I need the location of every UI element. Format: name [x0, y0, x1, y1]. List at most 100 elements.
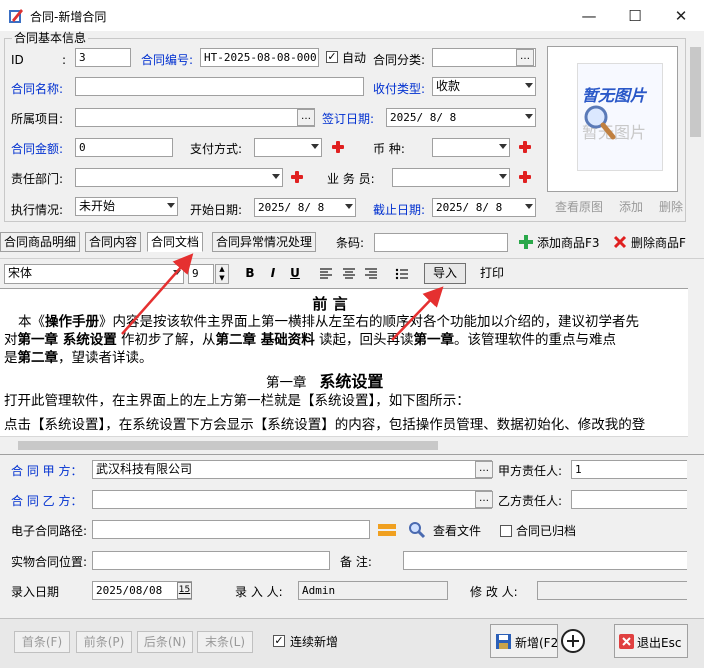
scrollbar-thumb[interactable]	[690, 47, 701, 137]
print-button[interactable]: 打印	[472, 263, 512, 284]
delete-goods-button[interactable]: 删除商品F	[631, 236, 686, 250]
bullet-list-icon[interactable]	[395, 267, 409, 281]
project-field[interactable]	[75, 108, 315, 127]
currency-select[interactable]	[432, 138, 510, 157]
add-currency-icon[interactable]	[519, 141, 531, 153]
align-center-icon[interactable]	[342, 267, 356, 281]
view-original-link[interactable]: 查看原图	[555, 200, 603, 214]
pay-type-label: 收付类型:	[373, 82, 426, 96]
entry-date-label: 录入日期	[11, 585, 60, 599]
underline-button[interactable]: U	[286, 263, 304, 284]
doc-paragraph-1: 本《操作手册》内容是按该软件主界面上第一横排从左至右的顺序对各个功能加以介绍的，…	[18, 314, 639, 330]
pay-type-select[interactable]: 收款	[432, 77, 536, 96]
lower-scrollbar[interactable]	[687, 455, 704, 607]
hscroll-thumb[interactable]	[18, 441, 438, 450]
barcode-label: 条码:	[336, 236, 365, 250]
exec-select[interactable]: 未开始	[75, 197, 178, 216]
pay-method-select[interactable]	[254, 138, 322, 157]
category-label: 合同分类:	[373, 53, 426, 67]
chevron-down-icon	[525, 204, 533, 209]
add-goods-button[interactable]: 添加商品F3	[537, 236, 600, 250]
font-size-input[interactable]: 9	[188, 264, 214, 284]
party-a-field[interactable]: 武汉科技有限公司	[92, 460, 492, 479]
start-date-picker[interactable]: 2025/ 8/ 8	[254, 198, 356, 217]
remark-field[interactable]	[403, 551, 688, 570]
horizontal-scrollbar[interactable]	[0, 436, 688, 453]
archived-checkbox[interactable]	[500, 525, 512, 537]
party-b-browse-button[interactable]: …	[475, 491, 493, 508]
bold-button[interactable]: B	[241, 263, 259, 284]
font-size-stepper[interactable]: ▲ ▼	[215, 264, 229, 284]
maximize-button[interactable]: ☐	[612, 0, 658, 31]
search-icon[interactable]	[408, 521, 426, 539]
auto-checkbox[interactable]: ✓	[326, 51, 338, 63]
remark-label: 备 注:	[340, 555, 372, 569]
end-date-picker[interactable]: 2025/ 8/ 8	[432, 198, 536, 217]
tab-exception-handling[interactable]: 合同异常情况处理	[212, 232, 317, 252]
align-left-icon[interactable]	[319, 267, 333, 281]
end-date-label: 截止日期:	[373, 203, 426, 217]
exec-label: 执行情况:	[11, 203, 64, 217]
party-b-rep-field[interactable]	[571, 490, 688, 509]
last-record-button[interactable]: 末条(L)	[197, 631, 253, 653]
add-dept-icon[interactable]	[291, 171, 303, 183]
font-name-select[interactable]: 宋体	[4, 264, 184, 284]
view-file-button[interactable]: 查看文件	[433, 524, 481, 538]
doc-heading: 前 言	[312, 295, 348, 313]
new-button-label: 新增(F2	[515, 636, 559, 650]
save-icon	[496, 634, 511, 649]
entry-user-field: Admin	[298, 581, 448, 600]
party-b-rep-label: 乙方责任人:	[498, 494, 563, 508]
tab-goods-detail[interactable]: 合同商品明细	[0, 232, 81, 252]
party-a-browse-button[interactable]: …	[475, 461, 493, 478]
import-button[interactable]: 导入	[424, 263, 466, 284]
new-button[interactable]: 新增(F2	[490, 624, 558, 658]
sign-date-label: 签订日期:	[322, 112, 375, 126]
exit-button[interactable]: 退出Esc	[614, 624, 688, 658]
tab-contract-content[interactable]: 合同内容	[85, 232, 142, 252]
folder-icon[interactable]	[377, 521, 397, 538]
party-a-rep-field[interactable]: 1	[571, 460, 688, 479]
doc-paragraph-4: 打开此管理软件，在主界面上的左上方第一栏就是【系统设置】，如下图所示：	[4, 393, 470, 409]
chevron-down-icon	[173, 270, 181, 275]
amount-field[interactable]: 0	[75, 138, 173, 157]
delete-image-link[interactable]: 删除	[659, 200, 683, 214]
id-field[interactable]: 3	[75, 48, 131, 67]
doc-chapter-title: 第一章 系统设置	[266, 372, 384, 392]
add-image-link[interactable]: 添加	[619, 200, 643, 214]
path-field[interactable]	[92, 520, 370, 539]
barcode-input[interactable]	[374, 233, 508, 252]
sign-date-picker[interactable]: 2025/ 8/ 8	[386, 108, 536, 127]
project-browse-button[interactable]: …	[297, 109, 315, 126]
add-pay-method-icon[interactable]	[332, 141, 344, 153]
dept-select[interactable]	[75, 168, 283, 187]
party-b-field[interactable]	[92, 490, 492, 509]
add-staff-icon[interactable]	[519, 171, 531, 183]
contract-name-field[interactable]	[75, 77, 364, 96]
path-label: 电子合同路径:	[11, 524, 88, 538]
staff-select[interactable]	[392, 168, 510, 187]
italic-button[interactable]: I	[264, 263, 282, 284]
archived-label: 合同已归档	[516, 524, 577, 538]
minimize-button[interactable]: —	[566, 0, 612, 31]
prev-record-button[interactable]: 前条(P)	[76, 631, 132, 653]
calendar-icon[interactable]: 15	[177, 582, 192, 599]
image-panel[interactable]: 暂无图片 暂无图片	[547, 46, 678, 192]
zoom-in-icon[interactable]	[560, 628, 590, 658]
next-record-button[interactable]: 后条(N)	[137, 631, 193, 653]
tab-contract-document[interactable]: 合同文档	[147, 232, 204, 252]
align-right-icon[interactable]	[364, 267, 378, 281]
continuous-checkbox[interactable]: ✓	[273, 635, 285, 647]
chevron-down-icon	[525, 114, 533, 119]
currency-label: 币 种:	[373, 142, 405, 156]
dept-label: 责任部门:	[11, 172, 64, 186]
location-field[interactable]	[92, 551, 330, 570]
document-editor[interactable]: 前 言 本《操作手册》内容是按该软件主界面上第一横排从左至右的顺序对各个功能加以…	[0, 288, 688, 436]
vertical-scrollbar[interactable]	[687, 31, 704, 436]
first-record-button[interactable]: 首条(F)	[14, 631, 70, 653]
contract-no-field[interactable]: HT-2025-08-08-0001	[200, 48, 319, 67]
entry-user-label: 录 入 人:	[235, 585, 283, 599]
category-browse-button[interactable]: …	[516, 49, 534, 66]
no-image-placeholder: 暂无图片 暂无图片	[577, 63, 663, 171]
close-button[interactable]: ✕	[658, 0, 704, 31]
